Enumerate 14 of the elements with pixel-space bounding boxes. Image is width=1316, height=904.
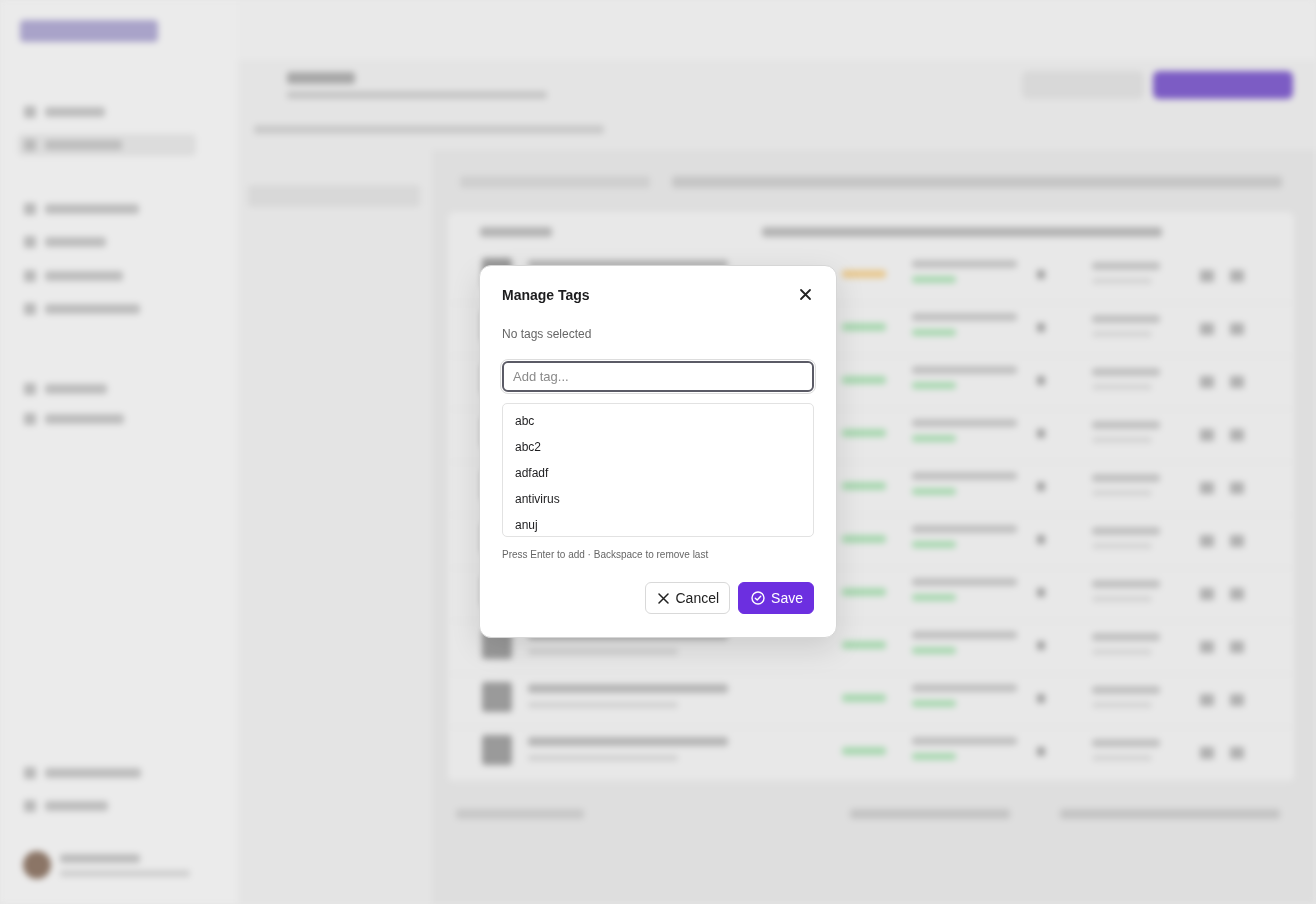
check-circle-icon [751, 591, 766, 605]
close-icon[interactable] [797, 286, 814, 303]
suggestion-item[interactable]: abc2 [503, 434, 813, 460]
suggestion-item[interactable]: anuj [503, 512, 813, 538]
close-icon [658, 592, 670, 604]
status-text: No tags selected [502, 327, 593, 341]
tag-input-field[interactable]: Add tag... [502, 361, 814, 392]
suggestion-item[interactable]: abc [503, 408, 813, 434]
cancel-button[interactable]: Cancel [645, 582, 731, 614]
save-button[interactable]: Save [738, 582, 814, 614]
dialog-title: Manage Tags [502, 286, 590, 303]
suggestion-item[interactable]: antivirus [503, 486, 813, 512]
hint-text: Press Enter to add · Backspace to remove last [502, 549, 710, 560]
suggestion-item[interactable]: adfadf [503, 460, 813, 486]
